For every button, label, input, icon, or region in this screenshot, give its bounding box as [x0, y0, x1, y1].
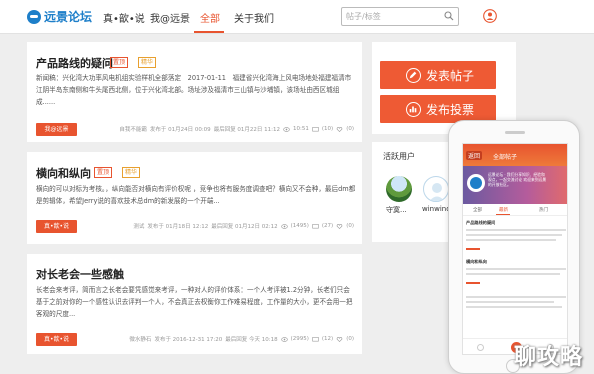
new-poll-label: 发布投票 [426, 102, 475, 117]
mobile-post-text-line [466, 273, 560, 275]
mobile-header: 返回 全部帖子 [463, 144, 567, 166]
tag-pinned: 置顶 [94, 167, 113, 178]
post-excerpt: 横向的可以对标为考核。，纵向能否对横向有评价权呢 ，竞争也将有服务度调查吧？横向… [36, 185, 356, 205]
mobile-post-title[interactable]: 产品路线的疑问 [466, 220, 495, 226]
mobile-post-title[interactable]: 横向和纵向 [466, 259, 487, 265]
mobile-back-button[interactable]: 返回 [466, 151, 483, 160]
watermark: 聊攻略 [514, 345, 584, 370]
post-category-button[interactable]: 我@远景 [36, 123, 77, 136]
logo-icon [27, 9, 41, 24]
nav-item-woyuanjing[interactable]: 我@远景 [150, 10, 190, 25]
like-icon[interactable] [336, 336, 343, 342]
edit-icon [406, 67, 421, 83]
post-title[interactable]: 对长老会一些感触 [36, 266, 124, 282]
post-posted-time: 发布于 01月18日 12:12 [147, 224, 209, 230]
comment-icon [312, 126, 319, 131]
mobile-tab-hot[interactable]: 热门 [539, 207, 548, 213]
new-post-label: 发表帖子 [426, 68, 475, 83]
views-icon [280, 223, 288, 229]
nav-active-indicator [194, 31, 224, 33]
logo-text: 远景论坛 [44, 10, 93, 24]
views-icon [283, 126, 290, 132]
post-excerpt: 长老会来考评，简而言之长老会要凭感觉来考评，一种对人的评价体系：一个人考评被1.… [36, 286, 353, 318]
poll-icon [406, 101, 421, 117]
mobile-tab-indicator [496, 214, 510, 215]
mobile-post-button[interactable] [466, 282, 480, 284]
phone-speaker [505, 131, 525, 134]
post-posted-time: 发布于 01月24日 00:09 [149, 127, 211, 133]
post-category-button[interactable]: 真•歆•说 [36, 333, 77, 346]
post-author[interactable]: 自我不能霸 [119, 125, 147, 133]
user-name[interactable]: 守寞... [386, 205, 407, 215]
search-input[interactable]: 帖子/标签 [341, 7, 459, 26]
search-placeholder: 帖子/标签 [346, 12, 381, 21]
mobile-banner: 远景论坛 · 我们分享知识、经验和观点，一起交流讨论 欢迎来到远景的开放社区。 [463, 166, 567, 204]
post-last-reply: 最后回复 01月22日 11:12 [213, 127, 281, 133]
user-name[interactable]: winwind [422, 205, 451, 213]
nav-item-zhenxinshuo[interactable]: 真•歆•说 [103, 10, 145, 25]
site-logo[interactable]: 远景论坛 [27, 8, 92, 25]
avatar[interactable] [423, 176, 449, 202]
post-views: (2995) [290, 336, 309, 342]
mobile-banner-text: 远景论坛 · 我们分享知识、经验和观点，一起交流讨论 欢迎来到远景的开放社区。 [488, 172, 547, 187]
phone-screen: 返回 全部帖子 远景论坛 · 我们分享知识、经验和观点，一起交流讨论 欢迎来到远… [462, 143, 568, 355]
post-likes: (0) [346, 223, 354, 229]
post-likes: (0) [346, 336, 354, 342]
nav-item-about[interactable]: 关于我们 [234, 10, 274, 25]
like-icon[interactable] [336, 126, 343, 132]
search-icon[interactable] [444, 11, 454, 21]
user-icon[interactable] [483, 9, 497, 23]
post-meta: 测试 发布于 01月18日 12:12 最后回复 01月12日 02:12 (1… [133, 222, 354, 230]
mobile-logo-icon [467, 174, 485, 192]
mobile-post-text-line [466, 268, 566, 270]
mobile-tab-latest[interactable]: 最新 [499, 207, 508, 213]
new-post-button[interactable]: 发表帖子 [380, 61, 496, 89]
mobile-tabs: 全部 最新 热门 [463, 204, 567, 216]
mobile-post-text-line [466, 229, 566, 231]
post-views: 10:51 [293, 126, 309, 132]
post-title[interactable]: 产品路线的疑问 [36, 55, 113, 71]
post-card: 产品路线的疑问 置顶 精华 新闻稿：兴化湾大功率风电机组实验样机全部落定 201… [27, 42, 362, 142]
tag-pinned: 置顶 [110, 57, 129, 68]
tag-featured: 精华 [138, 57, 157, 68]
post-likes: (0) [346, 126, 354, 132]
post-category-button[interactable]: 真•歆•说 [36, 220, 77, 233]
post-views: (1495) [290, 223, 309, 229]
mobile-title: 全部帖子 [493, 154, 518, 161]
post-author[interactable]: 测试 [133, 222, 144, 230]
post-author[interactable]: 微水静石 [129, 335, 151, 343]
top-navbar: 远景论坛 真•歆•说 我@远景 全部 关于我们 帖子/标签 [0, 0, 594, 34]
mobile-post-text-line [466, 306, 562, 308]
tag-featured: 精华 [122, 167, 141, 178]
phone-mockup: 返回 全部帖子 远景论坛 · 我们分享知识、经验和观点，一起交流讨论 欢迎来到远… [448, 120, 580, 374]
post-meta: 自我不能霸 发布于 01月24日 00:09 最后回复 01月22日 11:12… [119, 125, 354, 133]
views-icon [280, 336, 288, 342]
post-last-reply: 最后回复 今天 10:18 [225, 337, 278, 343]
comment-icon [312, 223, 319, 228]
post-replies: (10) [321, 126, 334, 132]
comment-icon [312, 336, 319, 341]
mobile-post-text-line [466, 296, 566, 298]
mobile-tab-all[interactable]: 全部 [473, 207, 482, 213]
post-card: 横向和纵向 置顶 精华 横向的可以对标为考核。，纵向能否对横向有评价权呢 ，竞争… [27, 152, 362, 244]
new-poll-button[interactable]: 发布投票 [380, 95, 496, 123]
mobile-post-text-line [466, 234, 562, 236]
mobile-home-icon[interactable] [477, 344, 484, 351]
post-meta: 微水静石 发布于 2016-12-31 17:20 最后回复 今天 10:18 … [129, 335, 354, 343]
post-last-reply: 最后回复 01月12日 02:12 [211, 224, 278, 230]
post-replies: (27) [321, 223, 334, 229]
nav-item-all[interactable]: 全部 [200, 10, 220, 25]
avatar[interactable] [386, 176, 412, 202]
mobile-post-button[interactable] [466, 248, 480, 250]
mobile-post-text-line [466, 301, 554, 303]
post-posted-time: 发布于 2016-12-31 17:20 [154, 337, 223, 343]
post-title[interactable]: 横向和纵向 [36, 165, 91, 181]
like-icon[interactable] [336, 223, 343, 229]
post-replies: (12) [321, 336, 334, 342]
post-excerpt: 新闻稿：兴化湾大功率风电机组实验样机全部落定 2017-01-11 福建省兴化湾… [36, 74, 352, 106]
active-users-title: 活跃用户 [383, 152, 415, 161]
mobile-post-text-line [466, 239, 556, 241]
post-card: 对长老会一些感触 长老会来考评，简而言之长老会要凭感觉来考评，一种对人的评价体系… [27, 254, 362, 354]
